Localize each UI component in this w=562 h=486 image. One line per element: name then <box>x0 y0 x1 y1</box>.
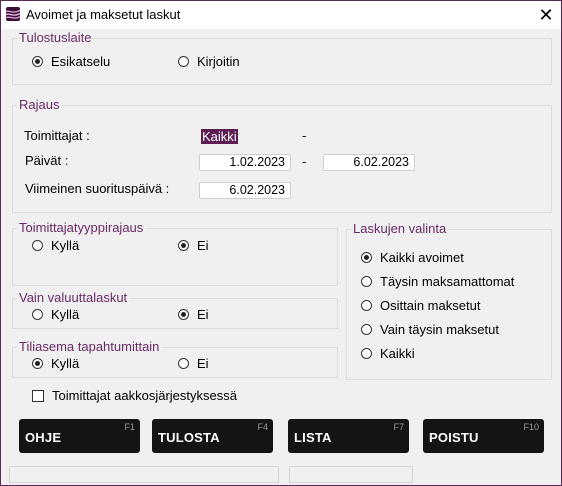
radio-fully-unpaid[interactable]: Täysin maksamattomat <box>361 273 514 289</box>
invoice-selection-group-label: Laskujen valinta <box>351 221 449 237</box>
radio-supplier-type-no-label: Ei <box>197 237 209 253</box>
account-status-group-label: Tiliasema tapahtumittain <box>17 339 162 355</box>
exit-button-label: POISTU <box>429 430 479 445</box>
radio-all-open[interactable]: Kaikki avoimet <box>361 249 464 265</box>
radio-fully-unpaid-label: Täysin maksamattomat <box>380 273 515 289</box>
status-bar-right <box>289 466 413 483</box>
checkbox-unchecked-icon <box>32 389 44 402</box>
limits-group-label: Rajaus <box>17 97 62 113</box>
radio-preview[interactable]: Esikatselu <box>32 53 110 69</box>
suppliers-label: Toimittajat : <box>24 128 90 143</box>
radio-account-status-yes-label: Kyllä <box>51 355 80 371</box>
radio-currency-yes[interactable]: Kyllä <box>32 306 79 322</box>
radio-unselected-icon <box>32 308 43 320</box>
date-range-dash: - <box>302 154 307 169</box>
radio-currency-yes-label: Kyllä <box>51 306 80 322</box>
last-payment-date-input[interactable]: 6.02.2023 <box>199 182 291 199</box>
list-button-key: F7 <box>393 422 404 432</box>
radio-printer[interactable]: Kirjoitin <box>178 53 240 69</box>
radio-partially-paid[interactable]: Osittain maksetut <box>361 297 480 313</box>
exit-button[interactable]: POISTU F10 <box>423 419 544 453</box>
radio-selected-icon <box>361 251 372 263</box>
radio-all[interactable]: Kaikki <box>361 345 415 361</box>
radio-account-status-no[interactable]: Ei <box>178 355 209 371</box>
dates-label: Päivät : <box>25 153 69 168</box>
print-button[interactable]: TULOSTA F4 <box>152 419 273 453</box>
dialog-window: Avoimet ja maksetut laskut ✕ Tulostuslai… <box>0 0 562 486</box>
suppliers-value[interactable]: Kaikki <box>201 129 238 144</box>
close-icon[interactable]: ✕ <box>533 3 559 27</box>
title-bar[interactable]: Avoimet ja maksetut laskut ✕ <box>1 1 561 29</box>
radio-selected-icon <box>32 55 43 67</box>
radio-selected-icon <box>178 308 189 320</box>
window-title: Avoimet ja maksetut laskut <box>26 7 181 22</box>
list-button[interactable]: LISTA F7 <box>288 419 409 453</box>
radio-unselected-icon <box>32 239 43 251</box>
alphabetical-checkbox-label: Toimittajat aakkosjärjestyksessä <box>52 388 237 403</box>
radio-only-fully-paid[interactable]: Vain täysin maksetut <box>361 321 499 337</box>
output-device-group-label: Tulostuslaite <box>17 30 94 46</box>
radio-only-fully-paid-label: Vain täysin maksetut <box>380 321 499 337</box>
suppliers-dash: - <box>302 128 307 143</box>
help-button-key: F1 <box>124 422 135 432</box>
radio-account-status-yes[interactable]: Kyllä <box>32 355 79 371</box>
print-button-key: F4 <box>257 422 268 432</box>
radio-selected-icon <box>32 357 43 369</box>
radio-unselected-icon <box>361 275 372 287</box>
radio-supplier-type-yes[interactable]: Kyllä <box>32 237 79 253</box>
date-to-input[interactable]: 6.02.2023 <box>323 154 415 171</box>
help-button[interactable]: OHJE F1 <box>19 419 140 453</box>
last-payment-label: Viimeinen suorituspäivä : <box>25 181 170 196</box>
radio-currency-no[interactable]: Ei <box>178 306 209 322</box>
app-logo-icon <box>6 7 20 21</box>
alphabetical-checkbox[interactable]: Toimittajat aakkosjärjestyksessä <box>32 388 237 403</box>
radio-partially-paid-label: Osittain maksetut <box>380 297 481 313</box>
currency-invoices-group-label: Vain valuuttalaskut <box>17 290 130 306</box>
radio-unselected-icon <box>361 323 372 335</box>
radio-unselected-icon <box>361 299 372 311</box>
radio-supplier-type-no[interactable]: Ei <box>178 237 209 253</box>
radio-account-status-no-label: Ei <box>197 355 209 371</box>
radio-all-label: Kaikki <box>380 345 415 361</box>
list-button-label: LISTA <box>294 430 332 445</box>
status-bar-left <box>9 466 279 483</box>
exit-button-key: F10 <box>523 422 539 432</box>
radio-printer-label: Kirjoitin <box>197 53 240 69</box>
date-from-input[interactable]: 1.02.2023 <box>199 154 291 171</box>
supplier-type-group-label: Toimittajatyyppirajaus <box>17 220 146 236</box>
radio-supplier-type-yes-label: Kyllä <box>51 237 80 253</box>
radio-currency-no-label: Ei <box>197 306 209 322</box>
radio-all-open-label: Kaikki avoimet <box>380 249 464 265</box>
radio-preview-label: Esikatselu <box>51 53 111 69</box>
print-button-label: TULOSTA <box>158 430 220 445</box>
radio-selected-icon <box>178 239 189 251</box>
radio-unselected-icon <box>361 347 372 359</box>
radio-unselected-icon <box>178 357 189 369</box>
radio-unselected-icon <box>178 55 189 67</box>
help-button-label: OHJE <box>25 430 62 445</box>
